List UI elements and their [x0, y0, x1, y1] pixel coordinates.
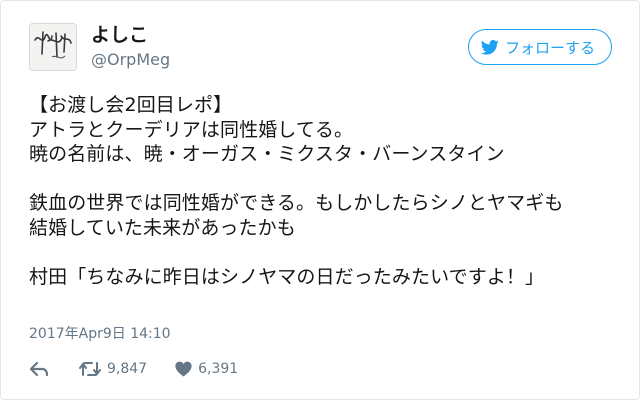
retweet-count: 9,847 [107, 361, 148, 377]
retweet-icon [79, 362, 101, 376]
follow-button-label: フォローする [504, 38, 595, 57]
tweet-line: 鉄血の世界では同性婚ができる。もしかしたらシノとヤマギも [29, 192, 564, 214]
twitter-bird-icon [480, 39, 499, 55]
like-button[interactable]: 6,391 [175, 361, 238, 377]
signature-avatar-icon [30, 24, 76, 70]
retweet-button[interactable]: 9,847 [79, 361, 147, 377]
tweet-line: 【お渡し会2回目レポ】 [29, 94, 233, 116]
tweet-line: 暁の名前は、暁・オーガス・ミクスタ・バーンスタイン [29, 143, 505, 165]
display-name[interactable]: よしこ [91, 24, 170, 48]
tweet-line: アトラとクーデリアは同性婚してる。 [29, 118, 354, 141]
like-count: 6,391 [198, 361, 239, 377]
tweet-card: よしこ @OrpMeg フォローする 【お渡し会2回目レポ】 アトラとクーデリア… [0, 0, 640, 400]
avatar[interactable] [29, 23, 77, 71]
follow-button[interactable]: フォローする [467, 29, 612, 65]
heart-icon [175, 361, 192, 377]
screen-name[interactable]: @OrpMeg [91, 50, 170, 70]
reply-icon [29, 361, 49, 377]
tweet-text: 【お渡し会2回目レポ】 アトラとクーデリアは同性婚してる。 暁の名前は、暁・オー… [29, 93, 619, 289]
tweet-timestamp[interactable]: 2017年Apr9日 14:10 [29, 323, 171, 343]
tweet-line: 村田「ちなみに昨日はシノヤマの日だったみたいですよ！」 [29, 265, 545, 288]
tweet-header: よしこ @OrpMeg [29, 23, 170, 71]
reply-button[interactable] [29, 361, 49, 377]
tweet-actions: 9,847 6,391 [29, 361, 238, 377]
tweet-line: 結婚していた未来があったかも [29, 216, 296, 239]
user-names: よしこ @OrpMeg [91, 24, 170, 71]
